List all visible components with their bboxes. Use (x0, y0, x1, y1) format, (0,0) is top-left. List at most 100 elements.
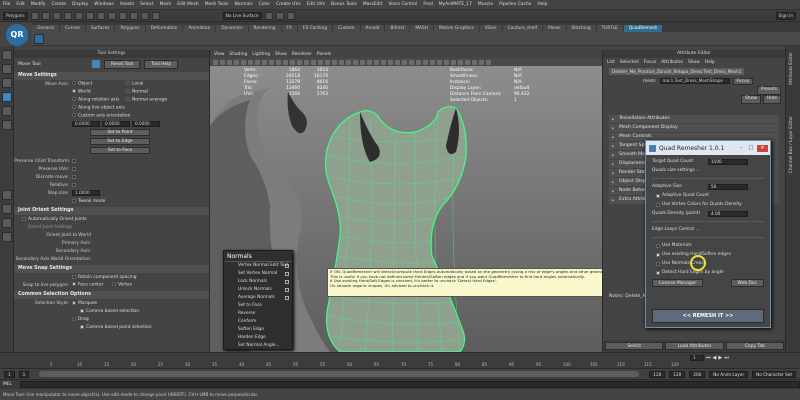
shelf-tab-curves[interactable]: Curves (59, 25, 85, 32)
quads-density-field[interactable]: 4.00 (708, 210, 748, 217)
scene-start-field[interactable]: 1 (4, 370, 15, 378)
common-selection-section[interactable]: Common Selection Options (14, 291, 209, 299)
axis-normal-radio[interactable] (126, 89, 130, 94)
viewport-tool-icon[interactable] (360, 59, 365, 65)
menu-edit-mesh[interactable]: Edit Mesh (177, 2, 198, 7)
render-settings-icon[interactable] (286, 11, 295, 20)
sign-in-button[interactable]: Sign In (775, 11, 796, 20)
axis-custom-radio[interactable] (72, 113, 76, 118)
attr-menu-help[interactable]: Help (705, 60, 715, 65)
persp-graph-icon[interactable] (2, 232, 12, 242)
shelf-tab-quadremesh[interactable]: QuadRemesh (623, 25, 663, 32)
option-box-icon[interactable] (285, 280, 289, 284)
select-tool-icon[interactable] (2, 50, 12, 60)
viewport-menu-renderer[interactable]: Renderer (292, 52, 312, 57)
shelf-tab-surfaces[interactable]: Surfaces (85, 25, 115, 32)
set-to-face-button[interactable]: Set to Face (90, 146, 150, 154)
menu-bonus-tools[interactable]: Bonus Tools (331, 2, 357, 7)
select-component-icon[interactable] (107, 11, 116, 20)
menu-edit-uvs[interactable]: Edit UVs (307, 2, 325, 7)
axis-normal-average-radio[interactable] (126, 97, 130, 102)
attr-menu-show[interactable]: Show (688, 60, 700, 65)
viewport-tool-icon[interactable] (353, 59, 358, 65)
normals-item-set-normal-angle[interactable]: Set Normal Angle... (224, 342, 292, 350)
menu-select[interactable]: Select (140, 2, 154, 7)
normals-item-set-to-face[interactable]: Set to Face (224, 302, 292, 310)
option-box-icon[interactable] (285, 264, 289, 268)
menu-modify[interactable]: Modify (31, 2, 46, 7)
menu-massedit[interactable]: MassEdit (363, 2, 383, 7)
shelf-tab-arnold[interactable]: Arnold (360, 25, 385, 32)
viewport-tool-icon[interactable] (367, 59, 372, 65)
menu-edit[interactable]: Edit (16, 2, 25, 7)
axis-live-object-radio[interactable] (72, 105, 76, 110)
mesh-name-field[interactable]: ma:1.Test_Dress_MeshShape (659, 78, 730, 84)
viewport-tool-icon[interactable] (465, 59, 470, 65)
viewport-tool-icon[interactable] (346, 59, 351, 65)
shelf-tab-animation[interactable]: Animation (183, 25, 216, 32)
scene-end-field[interactable]: 120 (669, 370, 686, 378)
discrete-move-checkbox[interactable] (72, 175, 76, 179)
normals-crease-checkbox[interactable] (656, 261, 660, 266)
axis-world-radio[interactable] (72, 89, 76, 94)
step-size-field[interactable]: 1.0000 (72, 190, 100, 196)
viewport-tool-icon[interactable] (311, 59, 316, 65)
license-manager-button[interactable]: License Manager (652, 279, 704, 287)
menu-color[interactable]: Color (259, 2, 270, 7)
focus-button[interactable]: Focus (732, 77, 754, 85)
marquee-radio[interactable] (72, 301, 76, 305)
custom-axis-y-field[interactable]: 0.0000 (102, 121, 130, 127)
load-attributes-button[interactable]: Load Attributes (665, 342, 724, 350)
axis-object-radio[interactable] (72, 81, 76, 86)
viewport-tool-icon[interactable] (241, 59, 246, 65)
quadremesher-shelf-icon[interactable] (34, 33, 44, 44)
menu-fred[interactable]: Fred (423, 2, 432, 7)
drag-radio[interactable] (72, 317, 76, 321)
attr-menu-list[interactable]: List (607, 60, 615, 65)
use-materials-checkbox[interactable] (656, 243, 660, 248)
shelf-tab-turtle[interactable]: TURTLE (596, 25, 623, 32)
viewport-tool-icon[interactable] (290, 59, 295, 65)
preserve-uvs-checkbox[interactable] (72, 167, 76, 171)
viewport-tool-icon[interactable] (388, 59, 393, 65)
snap-grid-icon[interactable] (118, 11, 127, 20)
menu-mesh[interactable]: Mesh (160, 2, 172, 7)
minimize-icon[interactable]: – (737, 145, 745, 152)
menu-help[interactable]: Help (537, 2, 547, 7)
set-to-edge-button[interactable]: Set to Edge (90, 137, 150, 145)
viewport-tool-icon[interactable] (234, 59, 239, 65)
vertex-colors-checkbox[interactable] (656, 202, 660, 207)
normals-item-set-vertex-normal[interactable]: Set Vertex Normal (224, 270, 292, 278)
shelf-tab-rendering[interactable]: Rendering (248, 25, 281, 32)
presets-button[interactable]: Presets (757, 86, 781, 95)
ipr-icon[interactable] (275, 11, 284, 20)
shelf-tab-fx-caching[interactable]: FX Caching (297, 25, 333, 32)
shelf-tab-couture-shelf[interactable]: Couture_shelf (502, 25, 543, 32)
command-input[interactable] (20, 381, 800, 388)
snap-settings-section[interactable]: Move Snap Settings (14, 265, 209, 273)
shelf-tab-polygons[interactable]: Polygons (115, 25, 145, 32)
shelf-tab-stitching[interactable]: Stitching (566, 25, 596, 32)
viewport-tool-icon[interactable] (409, 59, 414, 65)
camera-selection-checkbox[interactable] (80, 309, 84, 313)
viewport-menu-show[interactable]: Show (275, 52, 287, 57)
current-frame-field[interactable]: 1 (690, 355, 704, 361)
viewport-tool-icon[interactable] (451, 59, 456, 65)
menu-assets[interactable]: Assets (120, 2, 134, 7)
viewport-tool-icon[interactable] (262, 59, 267, 65)
reset-tool-button[interactable]: Reset Tool (104, 59, 141, 69)
shelf-tab-deformation[interactable]: Deformation (145, 25, 183, 32)
detect-hard-edges-checkbox[interactable] (656, 270, 660, 275)
save-scene-icon[interactable] (52, 11, 61, 20)
shelf-tab-bifrost[interactable]: Bifrost (385, 25, 410, 32)
shelf-tab-paves[interactable]: Paves (543, 25, 566, 32)
viewport-tool-icon[interactable] (297, 59, 302, 65)
vertex-radio[interactable] (112, 282, 116, 287)
attr-section-tessellation-attributes[interactable]: Tessellation Attributes (609, 115, 779, 123)
attribute-editor-vtab[interactable]: Attribute Editor (789, 52, 794, 85)
viewport-tool-icon[interactable] (374, 59, 379, 65)
viewport-tool-icon[interactable] (248, 59, 253, 65)
close-icon[interactable]: ✕ (757, 144, 768, 152)
rotate-tool-icon[interactable] (2, 106, 12, 116)
shelf-tab-mash[interactable]: MASH (410, 25, 433, 32)
